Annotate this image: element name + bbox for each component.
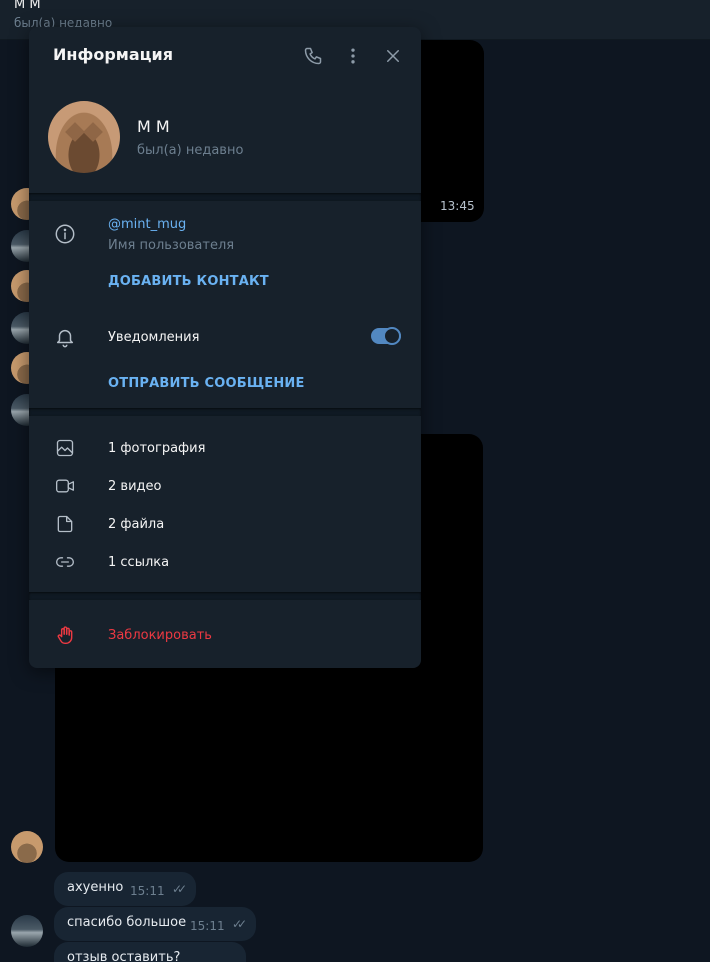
notifications-toggle[interactable]	[371, 327, 401, 345]
avatar[interactable]	[11, 831, 43, 863]
message-text: отзыв оставить?	[67, 950, 181, 962]
message-text: ахуенно	[67, 880, 124, 895]
more-button[interactable]	[340, 43, 366, 69]
info-icon	[55, 224, 75, 244]
avatar[interactable]	[11, 915, 43, 947]
block-user-label: Заблокировать	[108, 628, 212, 643]
username-label: Имя пользователя	[108, 238, 235, 253]
info-icon-cell	[53, 222, 77, 246]
section-divider	[29, 592, 421, 600]
link-icon	[56, 557, 74, 567]
add-contact-button[interactable]: ДОБАВИТЬ КОНТАКТ	[108, 274, 269, 289]
profile-avatar[interactable]	[48, 101, 120, 173]
profile-name: М М	[137, 117, 170, 136]
notifications-label: Уведомления	[108, 330, 200, 345]
message-time: 13:45	[440, 199, 475, 213]
close-button[interactable]	[380, 43, 406, 69]
hand-icon-cell	[53, 623, 77, 647]
more-vertical-icon	[351, 48, 355, 64]
section-divider	[29, 193, 421, 201]
video-icon-cell	[53, 474, 77, 498]
media-row-label: 1 ссылка	[108, 555, 170, 570]
chat-title[interactable]: М М	[14, 0, 41, 12]
read-checkmarks-icon: ✓✓	[172, 882, 187, 896]
message-time: 15:11	[130, 884, 165, 898]
link-icon-cell	[53, 550, 77, 574]
section-divider	[29, 408, 421, 416]
username-link[interactable]: @mint_mug	[108, 217, 186, 232]
bell-icon	[56, 329, 74, 348]
file-icon	[57, 515, 73, 533]
file-icon-cell	[53, 512, 77, 536]
call-button[interactable]	[300, 43, 326, 69]
message-bubble[interactable]: спасибо большое 15:11 ✓✓	[54, 907, 256, 941]
message-text: спасибо большое	[67, 915, 187, 930]
close-icon	[387, 50, 399, 62]
media-row-label: 1 фотография	[108, 441, 206, 456]
message-bubble[interactable]: отзыв оставить?	[54, 942, 246, 962]
photo-icon-cell	[53, 436, 77, 460]
user-info-panel: Информация М М был(а) недавно @mint_mug …	[29, 27, 421, 668]
media-row-label: 2 видео	[108, 479, 162, 494]
message-time: 15:11	[190, 919, 225, 933]
panel-title: Информация	[53, 45, 173, 64]
bell-icon-cell	[53, 325, 77, 349]
hand-icon	[57, 626, 73, 645]
send-message-button[interactable]: ОТПРАВИТЬ СООБЩЕНИЕ	[108, 376, 305, 391]
video-icon	[56, 479, 75, 493]
photo-icon	[56, 439, 74, 457]
message-bubble[interactable]: ахуенно 15:11 ✓✓	[54, 872, 196, 906]
read-checkmarks-icon: ✓✓	[232, 917, 247, 931]
phone-icon	[304, 47, 322, 65]
media-row-label: 2 файла	[108, 517, 165, 532]
profile-status: был(а) недавно	[137, 143, 244, 158]
